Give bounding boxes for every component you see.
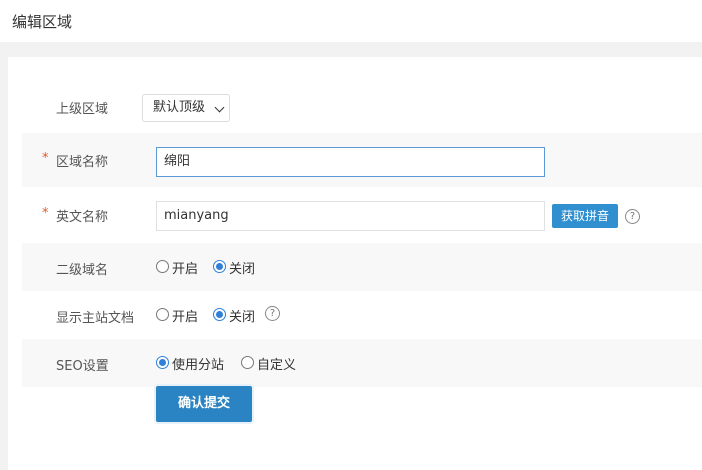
title-bar: 编辑区域 bbox=[0, 0, 702, 42]
form-row-parent-region: 上级区域 bbox=[22, 81, 702, 129]
page-title: 编辑区域 bbox=[12, 13, 73, 31]
subdomain-radio-on[interactable] bbox=[156, 260, 169, 273]
subdomain-label: 二级域名 bbox=[56, 263, 109, 278]
required-mark: * bbox=[42, 206, 49, 221]
subdomain-option-on[interactable]: 开启 bbox=[172, 258, 198, 277]
subdomain-option-off[interactable]: 关闭 bbox=[229, 258, 255, 277]
form-row-subdomain: 二级域名 bbox=[22, 243, 702, 291]
seo-option-branch[interactable]: 使用分站 bbox=[172, 354, 224, 373]
form-row-seo: SEO设置 bbox=[22, 339, 702, 387]
english-name-input[interactable]: mianyang bbox=[156, 201, 545, 231]
show-docs-option-off[interactable]: 关闭 bbox=[229, 306, 255, 325]
form-row-show-main-docs: 显示主站文档 bbox=[22, 291, 702, 339]
region-name-input[interactable]: 绵阳 bbox=[156, 147, 545, 177]
parent-region-select[interactable]: 默认顶级 bbox=[142, 94, 230, 122]
parent-region-label: 上级区域 bbox=[56, 102, 109, 117]
english-name-label: 英文名称 bbox=[56, 210, 109, 225]
help-icon[interactable]: ? bbox=[265, 306, 280, 321]
help-icon[interactable]: ? bbox=[625, 209, 640, 224]
region-name-label: 区域名称 bbox=[56, 155, 109, 170]
show-docs-radio-off[interactable] bbox=[213, 308, 226, 321]
get-pinyin-button[interactable]: 获取拼音 bbox=[552, 204, 618, 228]
seo-label: SEO设置 bbox=[56, 359, 109, 374]
required-mark: * bbox=[42, 151, 49, 166]
show-docs-radio-on[interactable] bbox=[156, 308, 169, 321]
subdomain-radio-off[interactable] bbox=[213, 260, 226, 273]
seo-option-custom[interactable]: 自定义 bbox=[257, 354, 296, 373]
show-docs-option-on[interactable]: 开启 bbox=[172, 306, 198, 325]
edit-region-form: 上级区域 默认顶级 * 区域名称 绵阳 * 英文名称 mianyang 获取拼音… bbox=[8, 57, 702, 470]
seo-radio-branch[interactable] bbox=[156, 356, 169, 369]
parent-region-value: 默认顶级 bbox=[153, 100, 206, 115]
show-main-docs-label: 显示主站文档 bbox=[56, 311, 135, 326]
chevron-down-icon bbox=[214, 102, 225, 113]
seo-radio-custom[interactable] bbox=[241, 356, 254, 369]
submit-button[interactable]: 确认提交 bbox=[156, 386, 252, 422]
